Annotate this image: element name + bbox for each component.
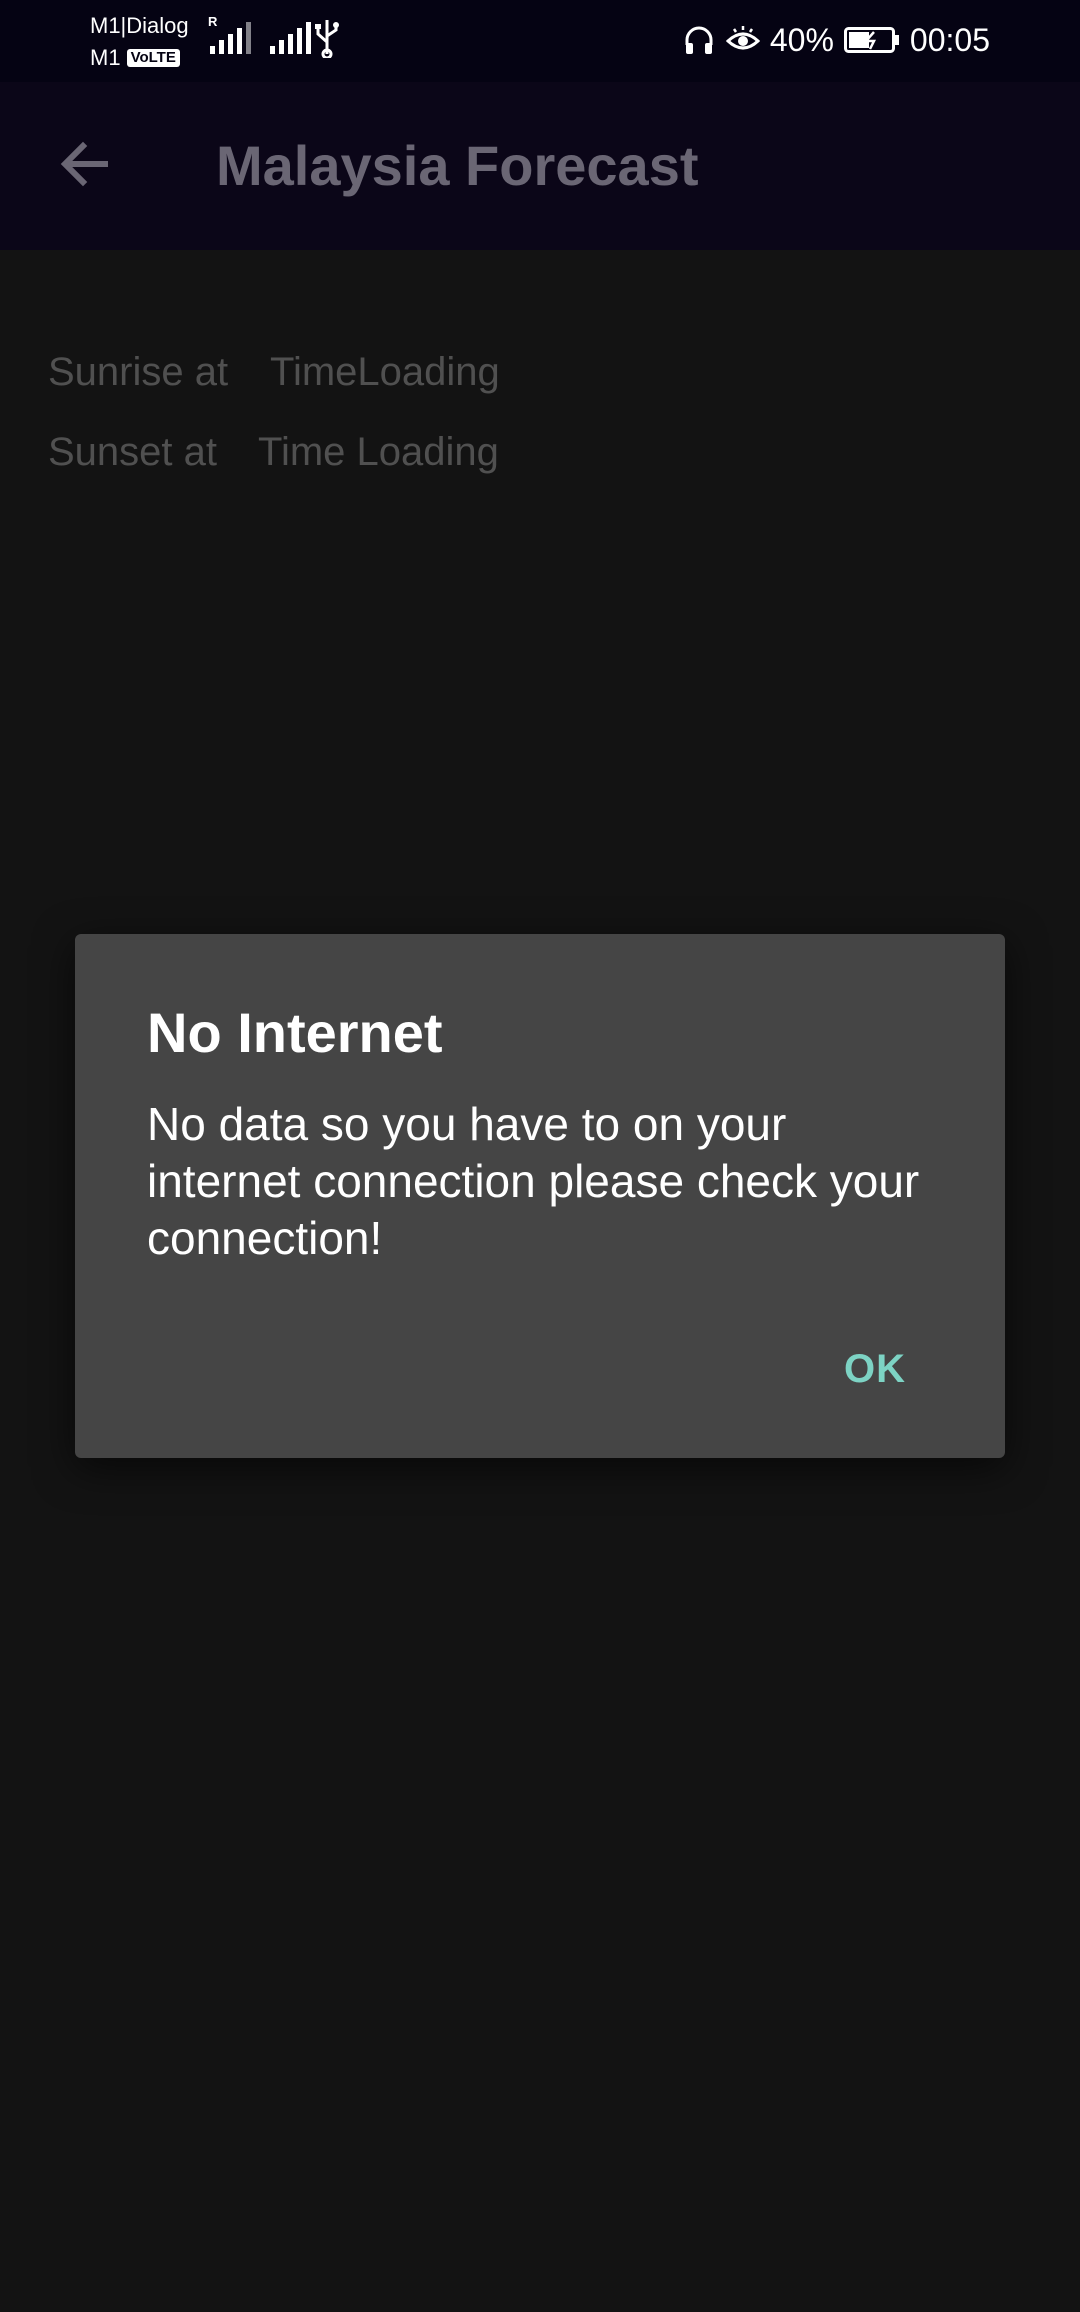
eye-comfort-icon (725, 26, 760, 50)
battery-charging-icon (843, 27, 899, 53)
status-right: 40% 00:05 (682, 16, 990, 64)
clock: 00:05 (909, 21, 990, 58)
arrow-back-icon[interactable] (55, 134, 115, 194)
sunset-label: Sunset at (48, 430, 218, 474)
signal-icon (270, 22, 311, 54)
sunset-row: Sunset at Time Loading (48, 430, 499, 475)
carrier-1-label: M1|Dialog (90, 13, 189, 38)
page-title: Malaysia Forecast (216, 134, 699, 197)
app-bar: Malaysia Forecast (0, 82, 1080, 250)
battery-percent: 40% (769, 21, 834, 58)
carrier-2-label: M1 (90, 45, 121, 70)
sunrise-label: Sunrise at (48, 350, 229, 394)
volte-badge: VoLTE (126, 49, 180, 67)
dialog-message: No data so you have to on your internet … (147, 1098, 920, 1264)
ok-button[interactable]: OK (825, 1334, 925, 1404)
status-bar: M1|Dialog M1 VoLTE R 40% 00:05 (0, 0, 1080, 82)
headphones-icon (685, 26, 713, 54)
sunset-value: Time Loading (258, 430, 499, 474)
usb-icon (315, 20, 339, 58)
sunrise-value: TimeLoading (270, 350, 500, 394)
roaming-indicator: R (208, 14, 218, 29)
signal-icon: R (208, 14, 251, 54)
carrier-info: M1|Dialog M1 VoLTE (90, 10, 189, 74)
dialog-title: No Internet (147, 1001, 443, 1064)
sunrise-row: Sunrise at TimeLoading (48, 350, 500, 395)
no-internet-dialog: No Internet No data so you have to on yo… (75, 934, 1005, 1458)
